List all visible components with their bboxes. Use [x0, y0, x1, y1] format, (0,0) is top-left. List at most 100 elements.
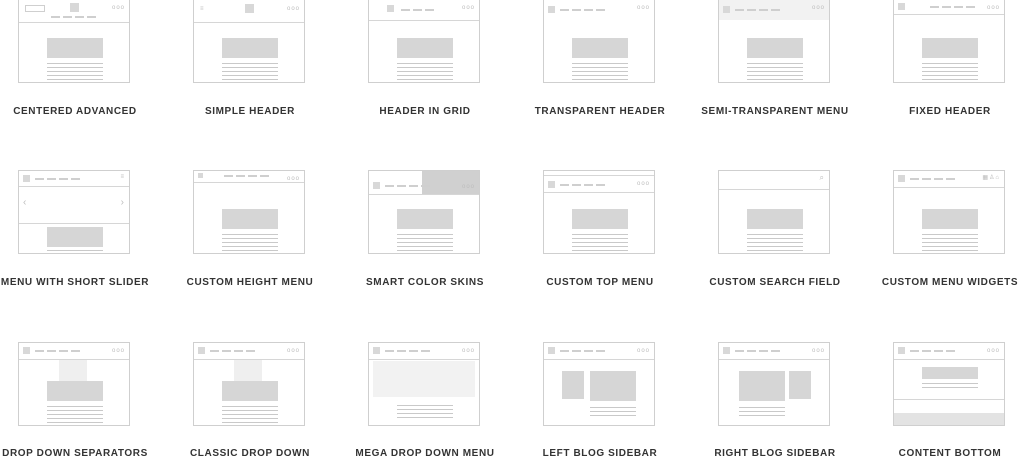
text-line	[590, 415, 636, 416]
logo-placeholder	[373, 347, 380, 354]
layout-label[interactable]: LEFT BLOG SIDEBAR	[505, 448, 695, 459]
header-bar: ooo	[19, 343, 129, 360]
nav-item-placeholder	[47, 350, 56, 352]
text-line	[397, 250, 453, 251]
nav-item-placeholder	[596, 184, 605, 186]
text-line	[590, 407, 636, 408]
image-placeholder	[739, 371, 785, 401]
nav-item-placeholder	[584, 184, 593, 186]
dots-icon: ooo	[286, 176, 300, 182]
layout-thumbnail: ooo	[543, 170, 655, 254]
content-bottom-placeholder	[894, 399, 1004, 412]
logo-placeholder	[198, 347, 205, 354]
dots-icon: ooo	[111, 5, 125, 11]
header-bar: ooo	[544, 343, 654, 360]
layout-label[interactable]: CUSTOM MENU WIDGETS	[855, 277, 1024, 288]
dots-icon: ooo	[461, 348, 475, 354]
search-icon: ⌕	[819, 173, 825, 182]
nav-item-placeholder	[236, 175, 245, 177]
arrow-left-icon: ‹	[23, 197, 28, 208]
logo-placeholder	[723, 347, 730, 354]
nav-item-placeholder	[59, 350, 68, 352]
layout-label[interactable]: CUSTOM SEARCH FIELD	[680, 277, 870, 288]
text-lines-placeholder	[222, 234, 278, 253]
nav-item-placeholder	[413, 9, 422, 11]
layout-label[interactable]: CUSTOM HEIGHT MENU	[155, 277, 345, 288]
logo-placeholder	[898, 347, 905, 354]
layout-thumbnail: ooo	[543, 0, 655, 83]
nav-placeholder	[35, 350, 80, 352]
layout-label[interactable]: DROP DOWN SEPARATORS	[0, 448, 170, 459]
nav-item-placeholder	[409, 350, 418, 352]
header-bar: ≡	[19, 171, 129, 187]
nav-item-placeholder	[747, 350, 756, 352]
layout-label[interactable]: CLASSIC DROP DOWN	[155, 448, 345, 459]
layout-label[interactable]: CONTENT BOTTOM	[855, 448, 1024, 459]
layout-thumbnail: ▦♙⌂	[893, 170, 1005, 254]
nav-item-placeholder	[910, 178, 919, 180]
layout-label[interactable]: MEGA DROP DOWN MENU	[330, 448, 520, 459]
text-line	[922, 238, 978, 239]
text-line	[222, 234, 278, 235]
header-bar: ooo	[719, 0, 829, 20]
dots-icon: ooo	[286, 348, 300, 354]
text-line	[397, 409, 453, 410]
text-line	[572, 246, 628, 247]
text-line	[922, 63, 978, 64]
layout-label[interactable]: SMART COLOR SKINS	[330, 277, 520, 288]
nav-item-placeholder	[47, 178, 56, 180]
header-bar: ooo	[194, 343, 304, 360]
layout-thumbnail: ⌕	[718, 170, 830, 254]
text-line	[922, 246, 978, 247]
text-line	[222, 63, 278, 64]
nav-placeholder	[910, 350, 955, 352]
text-line	[222, 414, 278, 415]
text-line	[222, 418, 278, 419]
header-bar: ooo	[19, 0, 129, 23]
layout-thumbnail: ≡ ooo	[193, 0, 305, 83]
nav-placeholder	[735, 9, 780, 11]
layout-label[interactable]: SEMI-TRANSPARENT MENU	[680, 106, 870, 117]
nav-placeholder	[560, 184, 605, 186]
nav-item-placeholder	[596, 9, 605, 11]
nav-item-placeholder	[596, 350, 605, 352]
layout-label[interactable]: CENTERED ADVANCED	[0, 106, 170, 117]
logo-placeholder	[898, 3, 905, 10]
header-bar: ≡ ooo	[194, 0, 304, 23]
text-line	[397, 63, 453, 64]
text-line	[572, 75, 628, 76]
logo-placeholder	[548, 347, 555, 354]
text-lines-placeholder	[739, 407, 785, 419]
nav-item-placeholder	[942, 6, 951, 8]
layout-label[interactable]: FIXED HEADER	[855, 106, 1024, 117]
logo-placeholder	[245, 4, 254, 13]
layout-label[interactable]: TRANSPARENT HEADER	[505, 106, 695, 117]
nav-item-placeholder	[560, 350, 569, 352]
layout-thumbnail: ≡ ‹ ›	[18, 170, 130, 254]
text-line	[222, 242, 278, 243]
header-bar: ⌕	[719, 171, 829, 190]
dots-icon: ooo	[636, 181, 650, 187]
text-line	[922, 383, 978, 384]
text-line	[572, 238, 628, 239]
layout-label[interactable]: HEADER IN GRID	[330, 106, 520, 117]
text-line	[922, 234, 978, 235]
image-placeholder	[47, 227, 103, 247]
text-line	[397, 67, 453, 68]
layout-label[interactable]: MENU WITH SHORT SLIDER	[0, 277, 170, 288]
nav-item-placeholder	[759, 9, 768, 11]
layout-label[interactable]: CUSTOM TOP MENU	[505, 277, 695, 288]
layout-label[interactable]: SIMPLE HEADER	[155, 106, 345, 117]
layout-thumbnail: ooo	[368, 170, 480, 254]
image-placeholder	[47, 381, 103, 401]
header-bar: ooo	[544, 0, 654, 20]
layout-label[interactable]: RIGHT BLOG SIDEBAR	[680, 448, 870, 459]
text-line	[222, 71, 278, 72]
nav-item-placeholder	[572, 9, 581, 11]
image-placeholder	[222, 381, 278, 401]
layout-thumbnail: ooo	[368, 342, 480, 426]
text-lines-placeholder	[922, 234, 978, 253]
text-line	[397, 246, 453, 247]
text-lines-placeholder	[922, 63, 978, 82]
text-line	[222, 67, 278, 68]
